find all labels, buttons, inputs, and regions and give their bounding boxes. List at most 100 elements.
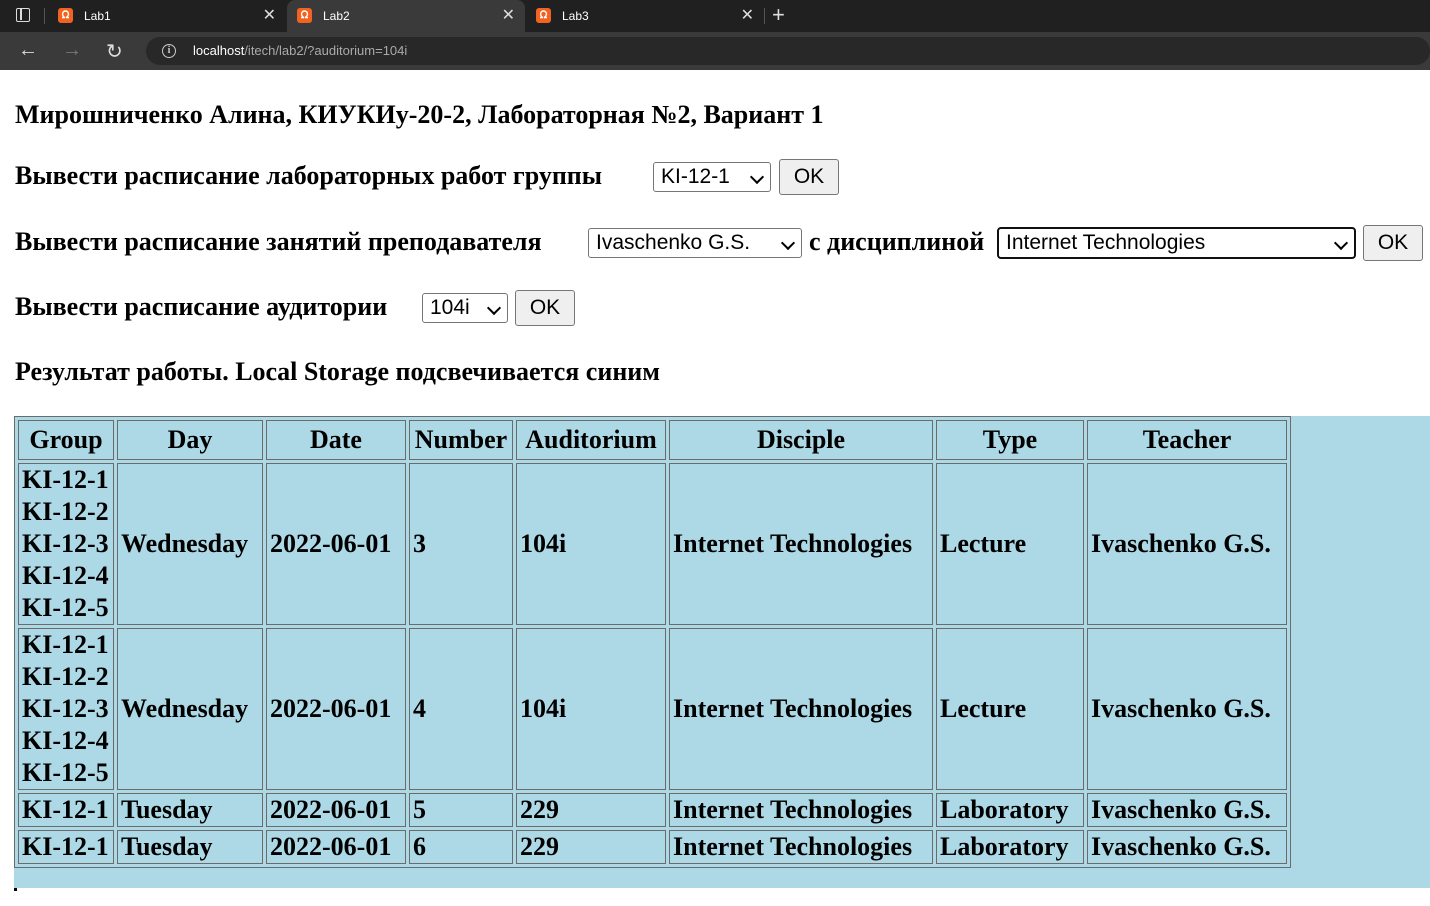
table-row: KI-12-1 Tuesday 2022-06-01 5 229 Interne… xyxy=(18,793,1287,827)
group-cell: KI-12-1 xyxy=(18,793,114,827)
type-cell: Laboratory xyxy=(936,830,1084,864)
url-field[interactable]: i localhost/itech/lab2/?auditorium=104i xyxy=(146,37,1430,65)
group-cell: KI-12-1 xyxy=(18,830,114,864)
column-header: Group xyxy=(18,420,114,460)
group-cell: KI-12-1 KI-12-2 KI-12-3 KI-12-4 KI-12-5 xyxy=(18,463,114,625)
auditorium-query-label: Вывести расписание аудитории xyxy=(15,292,388,321)
group-value: KI-12-5 xyxy=(22,593,109,622)
date-cell: 2022-06-01 xyxy=(266,830,406,864)
teacher-ok-button[interactable]: OK xyxy=(1363,225,1423,261)
teacher-cell: Ivaschenko G.S. xyxy=(1087,793,1287,827)
date-cell: 2022-06-01 xyxy=(266,793,406,827)
table-row: KI-12-1 KI-12-2 KI-12-3 KI-12-4 KI-12-5 … xyxy=(18,628,1287,790)
column-header: Auditorium xyxy=(516,420,666,460)
tab-actions-icon[interactable] xyxy=(16,8,30,22)
group-value: KI-12-4 xyxy=(22,561,109,590)
xampp-favicon-icon: ᘯ xyxy=(58,8,73,23)
auditorium-select-value: 104i xyxy=(430,296,470,319)
type-cell: Lecture xyxy=(936,628,1084,790)
schedule-table: Group Day Date Number Auditorium Discipl… xyxy=(14,416,1291,868)
xampp-favicon-icon: ᘯ xyxy=(536,8,551,23)
group-value: KI-12-1 xyxy=(22,832,109,861)
teacher-cell: Ivaschenko G.S. xyxy=(1087,628,1287,790)
group-value: KI-12-4 xyxy=(22,726,109,755)
column-header: Type xyxy=(936,420,1084,460)
back-arrow-icon[interactable]: ← xyxy=(18,39,38,62)
page-title: Мирошниченко Алина, КИУКИу-20-2, Лаборат… xyxy=(15,100,824,129)
group-select-value: KI-12-1 xyxy=(661,165,730,188)
tab-lab1[interactable]: ᘯ Lab1 ✕ xyxy=(48,0,286,32)
teacher-query-label: Вывести расписание занятий преподавателя xyxy=(15,227,542,256)
day-cell: Wednesday xyxy=(117,628,263,790)
close-tab-icon[interactable]: ✕ xyxy=(741,0,754,32)
date-cell: 2022-06-01 xyxy=(266,463,406,625)
url-text: localhost/itech/lab2/?auditorium=104i xyxy=(193,43,408,58)
discipline-select[interactable]: Internet Technologies xyxy=(997,227,1356,259)
column-header: Date xyxy=(266,420,406,460)
close-tab-icon[interactable]: ✕ xyxy=(263,0,276,32)
discipline-select-value: Internet Technologies xyxy=(1006,231,1206,254)
type-cell: Laboratory xyxy=(936,793,1084,827)
table-row: KI-12-1 KI-12-2 KI-12-3 KI-12-4 KI-12-5 … xyxy=(18,463,1287,625)
column-header: Teacher xyxy=(1087,420,1287,460)
date-cell: 2022-06-01 xyxy=(266,628,406,790)
chevron-down-icon xyxy=(486,300,502,316)
disciple-cell: Internet Technologies xyxy=(669,628,933,790)
group-select[interactable]: KI-12-1 xyxy=(653,162,771,192)
close-tab-icon[interactable]: ✕ xyxy=(502,0,515,32)
group-value: KI-12-3 xyxy=(22,529,109,558)
disciple-cell: Internet Technologies xyxy=(669,830,933,864)
group-ok-button[interactable]: OK xyxy=(779,159,839,195)
tab-label: Lab2 xyxy=(323,9,350,23)
day-cell: Wednesday xyxy=(117,463,263,625)
number-cell: 6 xyxy=(409,830,513,864)
page-content: Мирошниченко Алина, КИУКИу-20-2, Лаборат… xyxy=(0,70,1430,906)
address-bar: ← → ↻ i localhost/itech/lab2/?auditorium… xyxy=(0,32,1430,70)
auditorium-cell: 229 xyxy=(516,830,666,864)
chevron-down-icon xyxy=(780,235,796,251)
tab-lab3[interactable]: ᘯ Lab3 ✕ xyxy=(526,0,764,32)
auditorium-cell: 229 xyxy=(516,793,666,827)
column-header: Disciple xyxy=(669,420,933,460)
table-row: KI-12-1 Tuesday 2022-06-01 6 229 Interne… xyxy=(18,830,1287,864)
xampp-favicon-icon: ᘯ xyxy=(297,8,312,23)
tab-lab2[interactable]: ᘯ Lab2 ✕ xyxy=(287,0,525,32)
site-info-icon[interactable]: i xyxy=(162,44,176,58)
number-cell: 4 xyxy=(409,628,513,790)
group-cell: KI-12-1 KI-12-2 KI-12-3 KI-12-4 KI-12-5 xyxy=(18,628,114,790)
group-value: KI-12-1 xyxy=(22,795,109,824)
day-cell: Tuesday xyxy=(117,830,263,864)
result-heading: Результат работы. Local Storage подсвечи… xyxy=(15,357,660,386)
disciple-cell: Internet Technologies xyxy=(669,793,933,827)
group-value: KI-12-5 xyxy=(22,758,109,787)
number-cell: 5 xyxy=(409,793,513,827)
chevron-down-icon xyxy=(749,169,765,185)
divider xyxy=(44,8,45,24)
group-value: KI-12-3 xyxy=(22,694,109,723)
auditorium-cell: 104i xyxy=(516,463,666,625)
discipline-label: с дисциплиной xyxy=(809,227,985,256)
column-header: Number xyxy=(409,420,513,460)
group-value: KI-12-1 xyxy=(22,465,109,494)
tab-label: Lab3 xyxy=(562,9,589,23)
auditorium-select[interactable]: 104i xyxy=(422,293,508,323)
forward-arrow-icon[interactable]: → xyxy=(62,39,82,62)
group-query-label: Вывести расписание лабораторных работ гр… xyxy=(15,161,603,190)
new-tab-icon[interactable]: + xyxy=(772,0,785,30)
divider xyxy=(14,888,17,891)
teacher-cell: Ivaschenko G.S. xyxy=(1087,463,1287,625)
reload-icon[interactable]: ↻ xyxy=(106,39,123,64)
auditorium-ok-button[interactable]: OK xyxy=(515,290,575,326)
column-header: Day xyxy=(117,420,263,460)
group-value: KI-12-2 xyxy=(22,662,109,691)
tab-bar: ᘯ Lab1 ✕ ᘯ Lab2 ✕ ᘯ Lab3 ✕ + xyxy=(0,0,1430,32)
table-header-row: Group Day Date Number Auditorium Discipl… xyxy=(18,420,1287,460)
group-value: KI-12-1 xyxy=(22,630,109,659)
tab-label: Lab1 xyxy=(84,9,111,23)
group-value: KI-12-2 xyxy=(22,497,109,526)
divider xyxy=(764,8,765,24)
disciple-cell: Internet Technologies xyxy=(669,463,933,625)
number-cell: 3 xyxy=(409,463,513,625)
teacher-select[interactable]: Ivaschenko G.S. xyxy=(588,228,802,258)
type-cell: Lecture xyxy=(936,463,1084,625)
